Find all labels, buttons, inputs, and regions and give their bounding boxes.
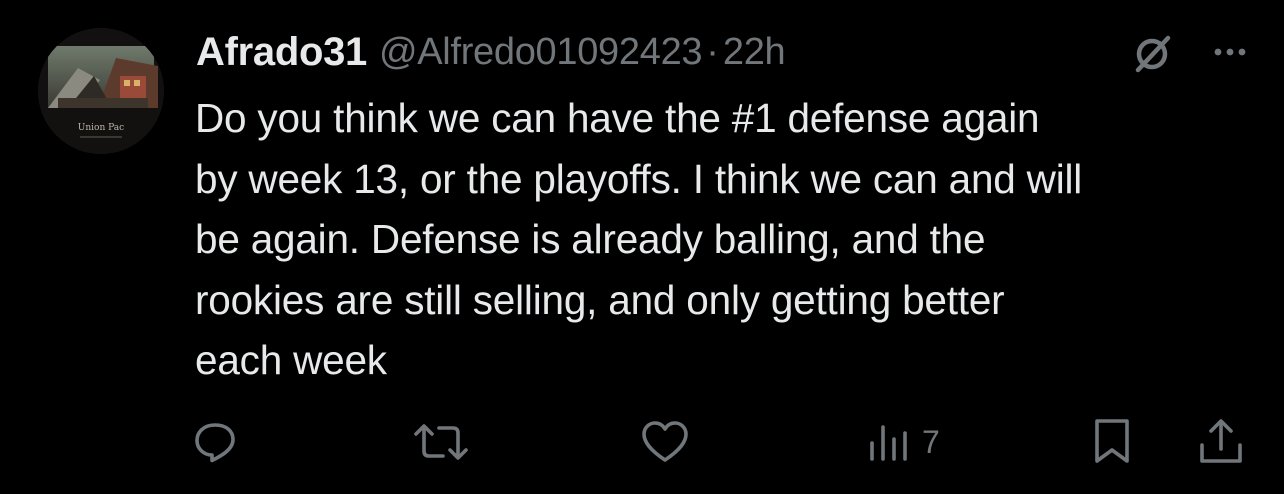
like-button[interactable] [640, 415, 690, 469]
tweet[interactable]: Union Pac Afrado31 @Alfredo01092423 · 22… [0, 0, 1284, 494]
heart-icon [642, 421, 688, 462]
more-icon[interactable] [1206, 30, 1254, 74]
views-icon [870, 425, 907, 461]
timestamp[interactable]: 22h [723, 31, 786, 74]
header-separator: · [706, 30, 719, 73]
share-button[interactable] [1197, 415, 1245, 469]
author-display-name[interactable]: Afrado31 [196, 30, 367, 75]
share-icon [1200, 419, 1242, 463]
tweet-text: Do you think we can have the #1 defense … [195, 95, 1083, 383]
author-handle[interactable]: @Alfredo01092423 [379, 31, 703, 74]
views-button[interactable]: 7 [866, 415, 940, 469]
avatar[interactable]: Union Pac [38, 28, 164, 154]
reply-icon [195, 423, 235, 463]
views-count: 7 [922, 423, 940, 460]
retweet-button[interactable] [412, 415, 470, 469]
bookmark-button[interactable] [1090, 415, 1134, 469]
bookmark-icon [1095, 419, 1129, 463]
avatar-caption: Union Pac [78, 123, 124, 133]
grok-icon[interactable] [1130, 30, 1176, 76]
tweet-header: Afrado31 @Alfredo01092423 · 22h [196, 26, 786, 78]
avatar-image: Union Pac [38, 28, 164, 154]
reply-button[interactable] [192, 415, 238, 469]
retweet-icon [414, 424, 468, 460]
